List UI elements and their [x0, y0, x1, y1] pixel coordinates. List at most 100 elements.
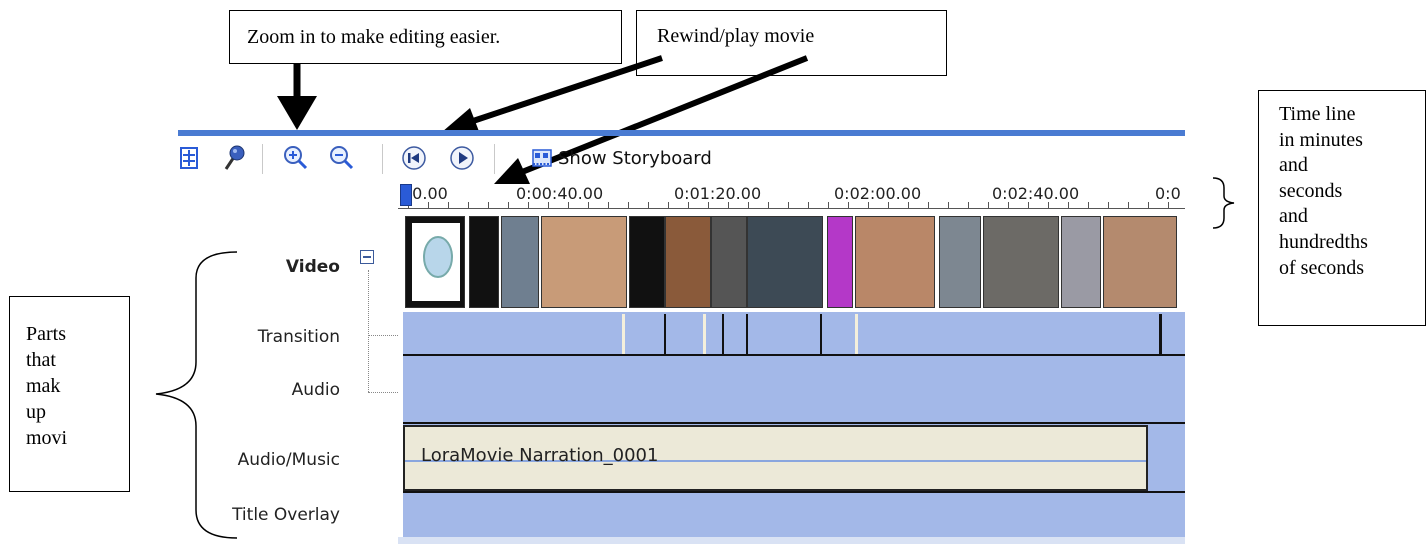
ruler-minor-tick: [988, 202, 989, 208]
video-clip[interactable]: [983, 216, 1059, 308]
horizontal-scrollbar[interactable]: [398, 537, 1185, 544]
playhead-handle[interactable]: [400, 184, 412, 206]
ruler-minor-tick: [608, 202, 609, 208]
ruler-minor-tick: [428, 202, 429, 208]
ruler-minor-tick: [828, 202, 829, 208]
narrate-microphone-icon: [224, 145, 245, 170]
callout-line: Time line: [1279, 103, 1356, 125]
callout-line: and: [1279, 154, 1308, 177]
transition-marker[interactable]: [722, 314, 724, 354]
ruler-minor-tick: [448, 202, 449, 208]
toolbar-separator: [494, 144, 495, 174]
rewind-button[interactable]: [400, 144, 428, 172]
ruler-minor-tick: [968, 202, 969, 208]
video-track[interactable]: [403, 214, 1185, 312]
ruler-minor-tick: [728, 202, 729, 208]
callout-line: Parts: [26, 323, 66, 345]
callout-line: of seconds: [1279, 256, 1364, 279]
video-clip[interactable]: [827, 216, 853, 308]
zoom-in-icon: [284, 146, 308, 170]
ruler-minor-tick: [548, 202, 549, 208]
video-clip[interactable]: [1061, 216, 1101, 308]
transition-marker[interactable]: [622, 314, 625, 354]
narrate-button[interactable]: [220, 144, 248, 172]
track-tree-branch: [368, 335, 398, 336]
callout-line: up: [26, 401, 46, 423]
ruler-minor-tick: [848, 202, 849, 208]
callout-zoom: Zoom in to make editing easier.: [229, 10, 622, 64]
transition-track[interactable]: [403, 312, 1185, 356]
play-button[interactable]: [448, 144, 476, 172]
audio-music-clip[interactable]: LoraMovie Narration_0001: [403, 425, 1148, 491]
zoom-in-button[interactable]: [282, 144, 310, 172]
ruler-minor-tick: [508, 202, 509, 208]
video-clip[interactable]: [541, 216, 627, 308]
ruler-tick-label: 0:00:40.00: [516, 184, 604, 203]
audio-clip-name: LoraMovie Narration_0001: [421, 445, 659, 466]
toolbar-separator: [382, 144, 383, 174]
ruler-minor-tick: [808, 202, 809, 208]
track-label-audio-music: Audio/Music: [237, 450, 340, 470]
ruler-minor-tick: [1088, 202, 1089, 208]
ruler-minor-tick: [568, 202, 569, 208]
title-overlay-track[interactable]: [403, 493, 1185, 537]
callout-parts: Parts that mak up movi: [9, 296, 130, 492]
video-clip[interactable]: [939, 216, 981, 308]
ruler-minor-tick: [908, 202, 909, 208]
video-clip[interactable]: [469, 216, 499, 308]
callout-rewind-play: Rewind/play movie: [636, 10, 947, 76]
collapse-video-button[interactable]: [360, 250, 374, 264]
ruler-minor-tick: [888, 202, 889, 208]
video-clip[interactable]: [1103, 216, 1177, 308]
transition-marker[interactable]: [1159, 314, 1162, 354]
callout-line: in minutes: [1279, 128, 1363, 151]
callout-timeline: Time line in minutes and seconds and hun…: [1258, 90, 1426, 326]
timeline-settings-button[interactable]: [178, 144, 200, 172]
ruler-minor-tick: [928, 202, 929, 208]
video-clip[interactable]: [405, 216, 465, 308]
callout-line: that: [26, 349, 56, 371]
ruler-minor-tick: [688, 202, 689, 208]
ruler-minor-tick: [1068, 202, 1069, 208]
callout-line: movi: [26, 427, 68, 449]
track-label-transition: Transition: [257, 327, 340, 347]
clip-thumbnail: [406, 217, 464, 307]
zoom-arrow: [277, 64, 317, 130]
ruler-minor-tick: [1148, 202, 1149, 208]
transition-marker[interactable]: [855, 314, 858, 354]
timeline-brace: [1212, 177, 1235, 229]
play-icon: [450, 146, 474, 170]
ruler-minor-tick: [1048, 202, 1049, 208]
ruler-minor-tick: [868, 202, 869, 208]
video-clip[interactable]: [747, 216, 823, 308]
zoom-out-button[interactable]: [328, 144, 356, 172]
video-clip[interactable]: [629, 216, 665, 308]
transition-marker[interactable]: [820, 314, 822, 354]
video-clip[interactable]: [665, 216, 711, 308]
callout-line: and: [1279, 205, 1308, 228]
audio-track[interactable]: [403, 356, 1185, 422]
timeline-toolbar: Show Storyboard: [178, 136, 1185, 180]
ruler-minor-tick: [488, 202, 489, 208]
video-clip[interactable]: [711, 216, 747, 308]
video-clip[interactable]: [501, 216, 539, 308]
ruler-minor-tick: [628, 202, 629, 208]
toolbar-separator: [262, 144, 263, 174]
track-label-audio: Audio: [291, 380, 340, 400]
ruler-minor-tick: [1128, 202, 1129, 208]
transition-marker[interactable]: [664, 314, 666, 354]
storyboard-icon: [532, 149, 552, 167]
ruler-minor-tick: [468, 202, 469, 208]
video-clip[interactable]: [855, 216, 935, 308]
transition-marker[interactable]: [703, 314, 706, 354]
ruler-tick-label: 0:02:40.00: [992, 184, 1080, 203]
time-ruler[interactable]: 00.00 0:00:40.00 0:01:20.00 0:02:00.00 0…: [398, 184, 1185, 212]
ruler-minor-tick: [1108, 202, 1109, 208]
rewind-arrow: [442, 55, 663, 134]
ruler-minor-tick: [588, 202, 589, 208]
transition-marker[interactable]: [746, 314, 748, 354]
show-storyboard-button[interactable]: Show Storyboard: [532, 144, 712, 172]
ruler-tick-label: 0:02:00.00: [834, 184, 922, 203]
ruler-minor-tick: [708, 202, 709, 208]
ruler-minor-tick: [768, 202, 769, 208]
